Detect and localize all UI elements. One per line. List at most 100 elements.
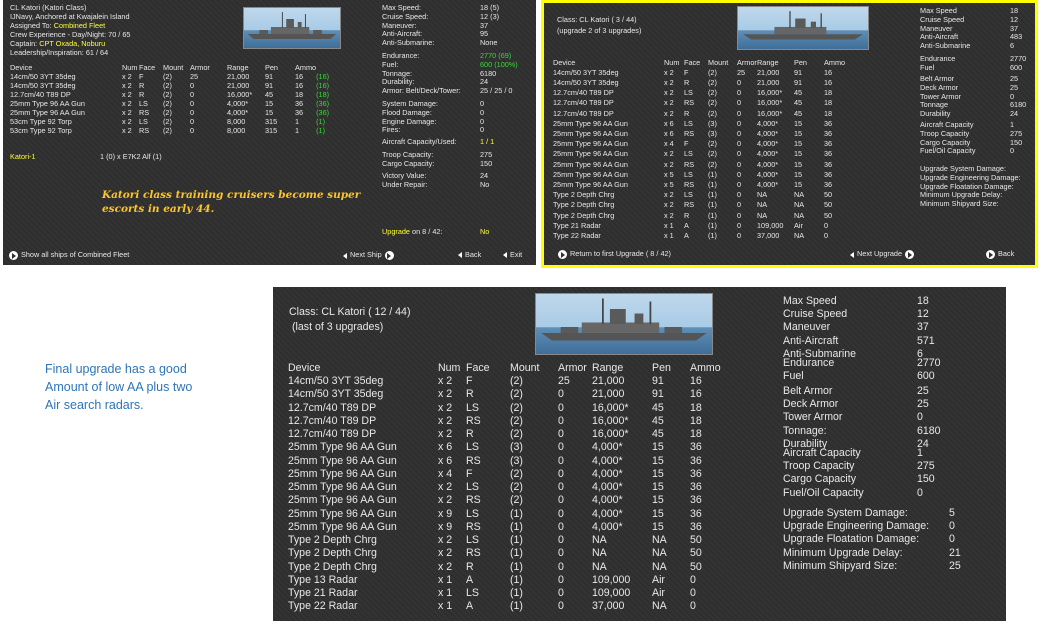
- table-cell: 16: [690, 388, 702, 401]
- table-cell: 109,000: [757, 220, 784, 230]
- stat-row: Fires: 0: [382, 125, 484, 135]
- table-cell: 25mm Type 96 AA Gun: [288, 494, 397, 507]
- back-button[interactable]: Back: [986, 249, 1014, 259]
- stat-row: Troop Capacity 275: [783, 460, 935, 473]
- capacity-stats: Aircraft Capacity 1 Troop Capacity 275 Cargo…: [920, 120, 1022, 156]
- table-cell: x 2: [664, 159, 674, 169]
- table-cell: 16,000*: [757, 88, 783, 98]
- table-cell: 4,000*: [757, 179, 779, 189]
- table-cell: 36: [690, 467, 702, 480]
- table-cell: RS: [466, 454, 481, 467]
- next-upgrade-button[interactable]: Next Upgrade: [850, 249, 915, 259]
- ship-detail-panel: CL Katori (Katori Class) IJNavy, Anchore…: [3, 0, 536, 265]
- table-cell: 0: [558, 388, 564, 401]
- assigned-hq-link[interactable]: Combined Fleet: [54, 21, 106, 30]
- table-row: 25mm Type 96 AA Gun x 5 LS (1) 0 4,000* 15 36: [553, 170, 852, 180]
- table-row: 25mm Type 96 AA Gun x 2 LS (2) 0 4,000* 15 36: [288, 481, 721, 494]
- table-cell: x 2: [664, 67, 674, 77]
- table-cell: 0: [558, 454, 564, 467]
- captain-name-link[interactable]: CPT Oxada, Noburu: [39, 39, 105, 48]
- armor-stats: Belt Armor 25 Deck Armor 25 Tower Armor 0 Tonn…: [783, 385, 941, 451]
- table-cell: 1: [295, 126, 300, 136]
- table-cell: x 2: [664, 78, 674, 88]
- stat-label: Upgrade Floatation Damage:: [783, 533, 920, 546]
- stat-row: Cruise Speed 12: [783, 308, 935, 321]
- stat-value: 275: [917, 460, 935, 473]
- table-cell: NA: [592, 547, 607, 560]
- upgrade-requirements: Upgrade System Damage: Upgrade Engineerin…: [920, 164, 1035, 209]
- table-cell: RS: [139, 126, 150, 136]
- table-cell: LS: [466, 534, 479, 547]
- endurance-stats: Endurance 2770 Fuel 600: [920, 54, 1026, 73]
- table-cell: (2): [510, 388, 523, 401]
- table-row: 25mm Type 96 AA Gun x 4 F (2) 0 4,000* 15 36: [553, 139, 852, 150]
- table-cell: (3): [510, 454, 523, 467]
- stat-row: Minimum Shipyard Size: 25: [783, 560, 961, 573]
- table-cell: NA: [652, 547, 667, 560]
- table-cell: NA: [652, 534, 667, 547]
- table-cell: 0: [558, 401, 564, 414]
- column-header: Range: [757, 57, 779, 67]
- stat-value: 25: [949, 559, 961, 572]
- endurance-stats: Endurance 2770 Fuel 600: [783, 357, 941, 383]
- stat-row: Durability 24: [920, 109, 1026, 119]
- stat-row: Aircraft Capacity 1: [783, 447, 935, 460]
- show-all-ships-button[interactable]: Show all ships of Combined Fleet: [9, 250, 129, 260]
- table-cell: 91: [794, 78, 803, 88]
- table-cell: 50: [690, 534, 702, 547]
- table-cell: 45: [652, 401, 664, 414]
- stat-row: Cargo Capacity 150: [783, 473, 935, 486]
- table-cell: RS: [466, 520, 481, 533]
- stat-label: Anti-Aircraft: [783, 334, 839, 347]
- stat-row: Anti-Aircraft 571: [783, 335, 935, 348]
- stat-value: 25: [917, 398, 929, 411]
- table-row: 12.7cm/40 T89 DP x 2 R (2) 0 16,000* 45 18: [553, 109, 852, 119]
- table-cell: A: [684, 230, 689, 240]
- stat-label: Deck Armor: [783, 398, 839, 411]
- stat-row: Minimum Upgrade Delay: 21: [783, 547, 961, 560]
- table-cell: 21,000: [757, 67, 780, 77]
- table-cell: 36: [824, 179, 833, 189]
- stat-row: Belt Armor 25: [783, 385, 941, 398]
- table-cell: 15: [652, 454, 664, 467]
- arrow-left-icon: [503, 252, 507, 259]
- air-group-link[interactable]: Katori-1: [10, 152, 36, 162]
- table-cell: RS: [466, 414, 481, 427]
- table-cell: x 2: [438, 534, 453, 547]
- upgrade-requirements: Upgrade System Damage: 5 Upgrade Engineeri…: [783, 507, 961, 573]
- table-cell: 14cm/50 3YT 35deg: [553, 78, 619, 88]
- table-cell: 15: [794, 179, 803, 189]
- table-cell: 36: [690, 520, 702, 533]
- table-cell: NA: [592, 560, 607, 573]
- table-cell: 0: [558, 560, 564, 573]
- speed-stats: Max Speed 18 Cruise Speed 12 Maneuver 37 Anti-…: [783, 295, 935, 361]
- column-header: Num: [438, 362, 461, 374]
- upgrade-link[interactable]: Upgrade: [382, 227, 410, 236]
- table-row: 25mm Type 96 AA Gun x 6 LS (3) 0 4,000* 15 36: [288, 441, 721, 454]
- exit-button[interactable]: Exit: [503, 250, 522, 260]
- victory-stats: Victory Value: 24 Under Repair: No: [382, 171, 489, 190]
- table-cell: 45: [794, 108, 803, 118]
- table-cell: F: [466, 467, 473, 480]
- return-first-upgrade-button[interactable]: Return to first Upgrade ( 8 / 42): [558, 249, 671, 259]
- table-cell: (1): [510, 573, 523, 586]
- stat-value: 6180: [917, 424, 941, 437]
- arrow-right-icon: [986, 250, 995, 259]
- table-cell: 0: [558, 586, 564, 599]
- table-cell: 91: [652, 375, 664, 388]
- column-header: Armor: [737, 57, 757, 67]
- next-ship-button[interactable]: Next Ship: [343, 250, 394, 260]
- back-button[interactable]: Back: [458, 250, 481, 260]
- stat-label: Minimum Upgrade Delay:: [783, 546, 903, 559]
- table-cell: 16: [824, 67, 833, 77]
- table-cell: LS: [466, 507, 479, 520]
- device-table: Device Num Face Mount Armor Range Pen Ammo 14cm/…: [553, 58, 852, 241]
- stat-row: Upgrade Floatation Damage: 0: [783, 533, 961, 546]
- table-cell: 18: [690, 414, 702, 427]
- stat-label: Fuel: [920, 62, 935, 72]
- table-cell: 36: [824, 139, 833, 149]
- table-cell: (1): [510, 507, 523, 520]
- table-cell: (2): [708, 159, 717, 169]
- table-row: 14cm/50 3YT 35deg x 2 F (2) 25 21,000 91 16: [288, 375, 721, 388]
- table-cell: Type 2 Depth Chrg: [288, 534, 377, 547]
